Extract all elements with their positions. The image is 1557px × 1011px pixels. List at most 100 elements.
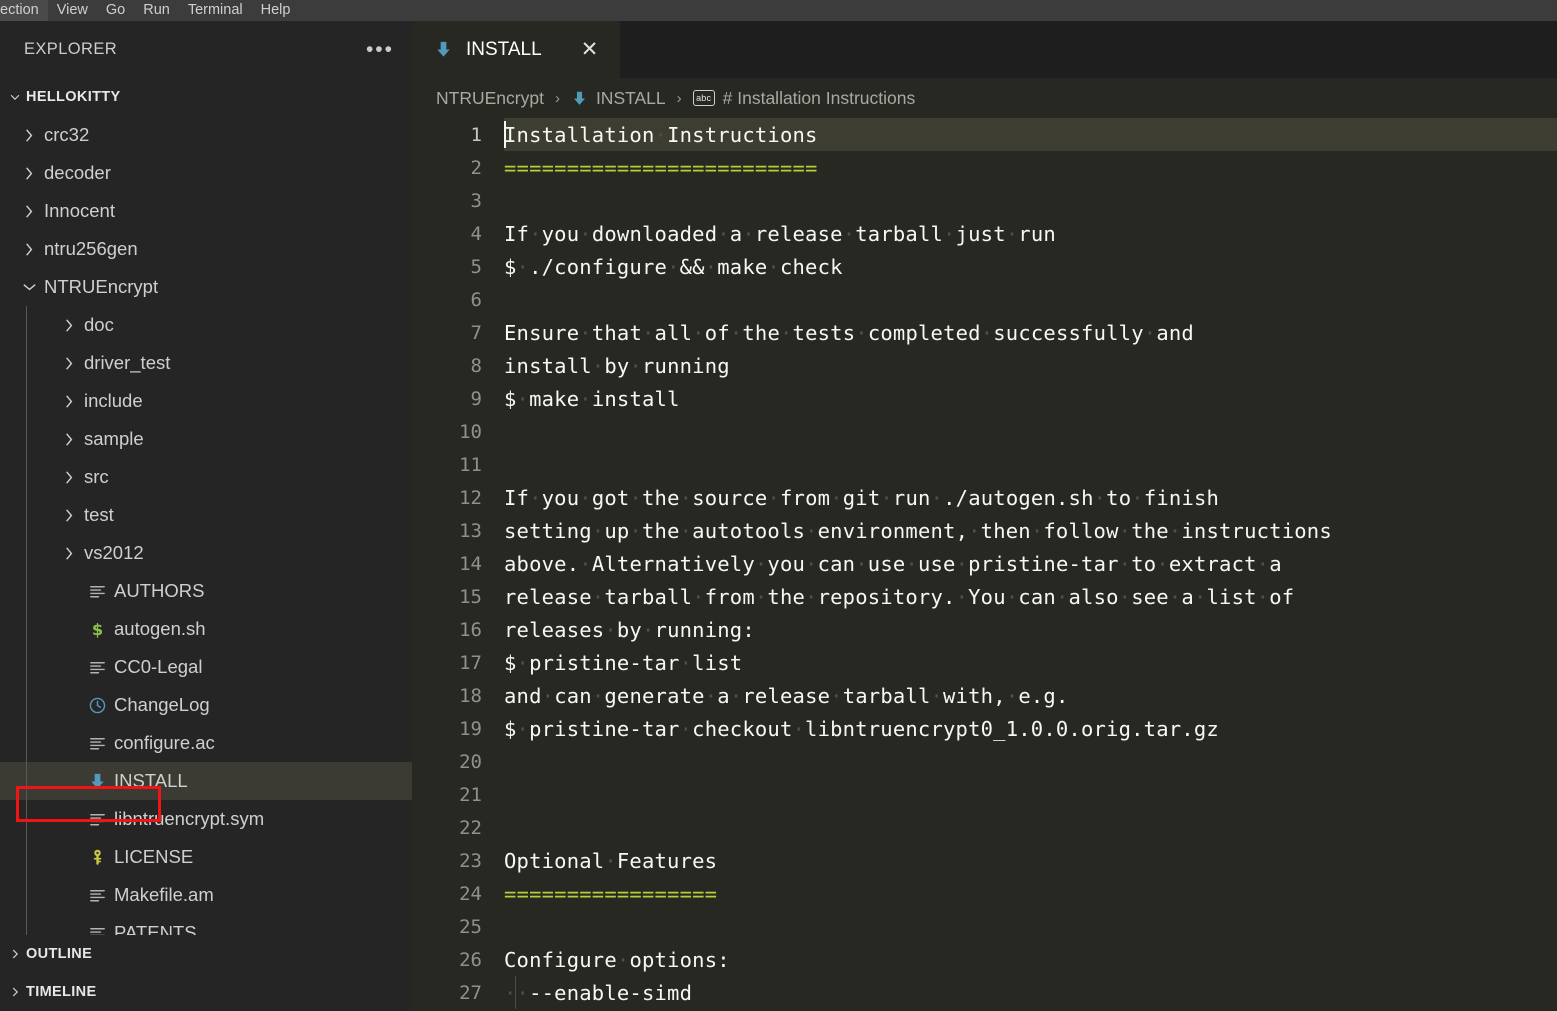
line-number: 14 bbox=[459, 552, 482, 575]
tree-indent bbox=[0, 344, 56, 382]
tree-indent-guide bbox=[26, 610, 27, 648]
chevron-right-icon[interactable] bbox=[16, 202, 42, 221]
code-line[interactable]: 2 ========================= bbox=[412, 151, 1557, 184]
code-text: $·make·install bbox=[504, 386, 680, 411]
chevron-right-icon[interactable] bbox=[56, 468, 82, 487]
line-number: 17 bbox=[459, 651, 482, 674]
code-line[interactable]: 24 ================= bbox=[412, 877, 1557, 910]
chevron-right-icon[interactable] bbox=[16, 164, 42, 183]
tree-folder-crc32[interactable]: crc32 bbox=[0, 116, 412, 154]
menu-item-terminal[interactable]: Terminal bbox=[179, 0, 252, 21]
tree-folder-src[interactable]: src bbox=[0, 458, 412, 496]
tree-folder-sample[interactable]: sample bbox=[0, 420, 412, 458]
code-line[interactable]: 20 bbox=[412, 745, 1557, 778]
code-line[interactable]: 1 Installation·Instructions bbox=[412, 118, 1557, 151]
menu-item-view[interactable]: View bbox=[48, 0, 97, 21]
more-actions-icon[interactable]: ••• bbox=[366, 39, 394, 60]
tree-folder-innocent[interactable]: Innocent bbox=[0, 192, 412, 230]
line-number: 1 bbox=[470, 123, 482, 146]
tree-indent-guide bbox=[26, 572, 27, 610]
sidebar-item-timeline[interactable]: TIMELINE bbox=[0, 973, 412, 1011]
tree-file-authors[interactable]: AUTHORS bbox=[0, 572, 412, 610]
tree-file-license[interactable]: LICENSE bbox=[0, 838, 412, 876]
workspace-root-header[interactable]: HELLOKITTY bbox=[0, 78, 412, 116]
code-line[interactable]: 15 release·tarball·from·the·repository.·Y… bbox=[412, 580, 1557, 613]
code-line[interactable]: 26 Configure·options: bbox=[412, 943, 1557, 976]
code-line[interactable]: 22 bbox=[412, 811, 1557, 844]
tree-file-autogen-sh[interactable]: $ autogen.sh bbox=[0, 610, 412, 648]
code-line[interactable]: 13 setting·up·the·autotools·environment,·… bbox=[412, 514, 1557, 547]
text-cursor bbox=[504, 121, 506, 148]
tree-item-label: INSTALL bbox=[114, 770, 188, 791]
code-editor[interactable]: 1 Installation·Instructions 2 =============… bbox=[412, 118, 1557, 1011]
menu-item-go[interactable]: Go bbox=[97, 0, 134, 21]
code-text: install·by·running bbox=[504, 353, 730, 378]
code-text: ================= bbox=[504, 881, 718, 906]
line-number: 16 bbox=[459, 618, 482, 641]
close-icon[interactable]: ✕ bbox=[577, 39, 603, 60]
code-line[interactable]: 11 bbox=[412, 448, 1557, 481]
code-line[interactable]: 10 bbox=[412, 415, 1557, 448]
chevron-right-icon[interactable] bbox=[56, 506, 82, 525]
menu-item-run[interactable]: Run bbox=[134, 0, 179, 21]
tree-folder-decoder[interactable]: decoder bbox=[0, 154, 412, 192]
code-line[interactable]: 18 and·can·generate·a·release·tarball·wit… bbox=[412, 679, 1557, 712]
code-line[interactable]: 12 If·you·got·the·source·from·git·run·./a… bbox=[412, 481, 1557, 514]
tree-indent bbox=[0, 458, 56, 496]
code-line[interactable]: 14 above.·Alternatively·you·can·use·use·p… bbox=[412, 547, 1557, 580]
tree-indent bbox=[0, 648, 56, 686]
menu-item-selection[interactable]: ection bbox=[0, 0, 48, 21]
tree-indent-guide bbox=[26, 838, 27, 876]
tree-file-cc0-legal[interactable]: CC0-Legal bbox=[0, 648, 412, 686]
tree-file-install[interactable]: INSTALL bbox=[0, 762, 412, 800]
tree-file-makefile-am[interactable]: Makefile.am bbox=[0, 876, 412, 914]
breadcrumb-item-folder[interactable]: NTRUEncrypt bbox=[434, 88, 546, 109]
chevron-right-icon[interactable] bbox=[16, 240, 42, 259]
code-line[interactable]: 9 $·make·install bbox=[412, 382, 1557, 415]
tree-folder-ntru256gen[interactable]: ntru256gen bbox=[0, 230, 412, 268]
file-tree-scroll[interactable]: crc32 decoder Innocent ntru256gen NTRUEncryp… bbox=[0, 116, 412, 935]
tree-folder-ntruencrypt[interactable]: NTRUEncrypt bbox=[0, 268, 412, 306]
menu-item-help[interactable]: Help bbox=[252, 0, 300, 21]
code-line[interactable]: 7 Ensure·that·all·of·the·tests·completed·… bbox=[412, 316, 1557, 349]
chevron-down-icon[interactable] bbox=[16, 278, 42, 297]
chevron-right-icon[interactable] bbox=[56, 544, 82, 563]
chevron-right-icon[interactable] bbox=[56, 392, 82, 411]
tree-indent-guide bbox=[26, 420, 27, 458]
code-text: releases·by·running: bbox=[504, 617, 755, 642]
code-line[interactable]: 8 install·by·running bbox=[412, 349, 1557, 382]
code-text: and·can·generate·a·release·tarball·with,… bbox=[504, 683, 1069, 708]
workspace-root-label: HELLOKITTY bbox=[26, 89, 121, 105]
tree-folder-doc[interactable]: doc bbox=[0, 306, 412, 344]
code-line[interactable]: 4 If·you·downloaded·a·release·tarball·jus… bbox=[412, 217, 1557, 250]
tree-file-patents[interactable]: PATENTS bbox=[0, 914, 412, 935]
tree-folder-driver-test[interactable]: driver_test bbox=[0, 344, 412, 382]
code-line[interactable]: 17 $·pristine-tar·list bbox=[412, 646, 1557, 679]
chevron-right-icon[interactable] bbox=[16, 126, 42, 145]
tree-folder-vs2012[interactable]: vs2012 bbox=[0, 534, 412, 572]
chevron-right-icon[interactable] bbox=[56, 430, 82, 449]
code-line[interactable]: 16 releases·by·running: bbox=[412, 613, 1557, 646]
code-line[interactable]: 6 bbox=[412, 283, 1557, 316]
tree-folder-test[interactable]: test bbox=[0, 496, 412, 534]
breadcrumb-item-symbol[interactable]: abc # Installation Instructions bbox=[691, 88, 918, 109]
code-line[interactable]: 21 bbox=[412, 778, 1557, 811]
breadcrumb-item-file[interactable]: INSTALL bbox=[569, 88, 668, 109]
tab-install[interactable]: INSTALL ✕ bbox=[412, 21, 621, 78]
chevron-right-icon[interactable] bbox=[56, 316, 82, 335]
tree-file-libntruencrypt-sym[interactable]: libntruencrypt.sym bbox=[0, 800, 412, 838]
tree-folder-include[interactable]: include bbox=[0, 382, 412, 420]
code-line[interactable]: 27 ··--enable-simd bbox=[412, 976, 1557, 1009]
chevron-right-icon[interactable] bbox=[56, 354, 82, 373]
code-line[interactable]: 25 bbox=[412, 910, 1557, 943]
code-line[interactable]: 3 bbox=[412, 184, 1557, 217]
sidebar-item-outline[interactable]: OUTLINE bbox=[0, 935, 412, 973]
tree-file-configure-ac[interactable]: configure.ac bbox=[0, 724, 412, 762]
tree-indent-guide bbox=[26, 496, 27, 534]
tree-indent bbox=[0, 382, 56, 420]
code-line[interactable]: 5 $·./configure·&&·make·check bbox=[412, 250, 1557, 283]
tree-file-changelog[interactable]: ChangeLog bbox=[0, 686, 412, 724]
code-line[interactable]: 23 Optional·Features bbox=[412, 844, 1557, 877]
code-line[interactable]: 19 $·pristine-tar·checkout·libntruencrypt… bbox=[412, 712, 1557, 745]
